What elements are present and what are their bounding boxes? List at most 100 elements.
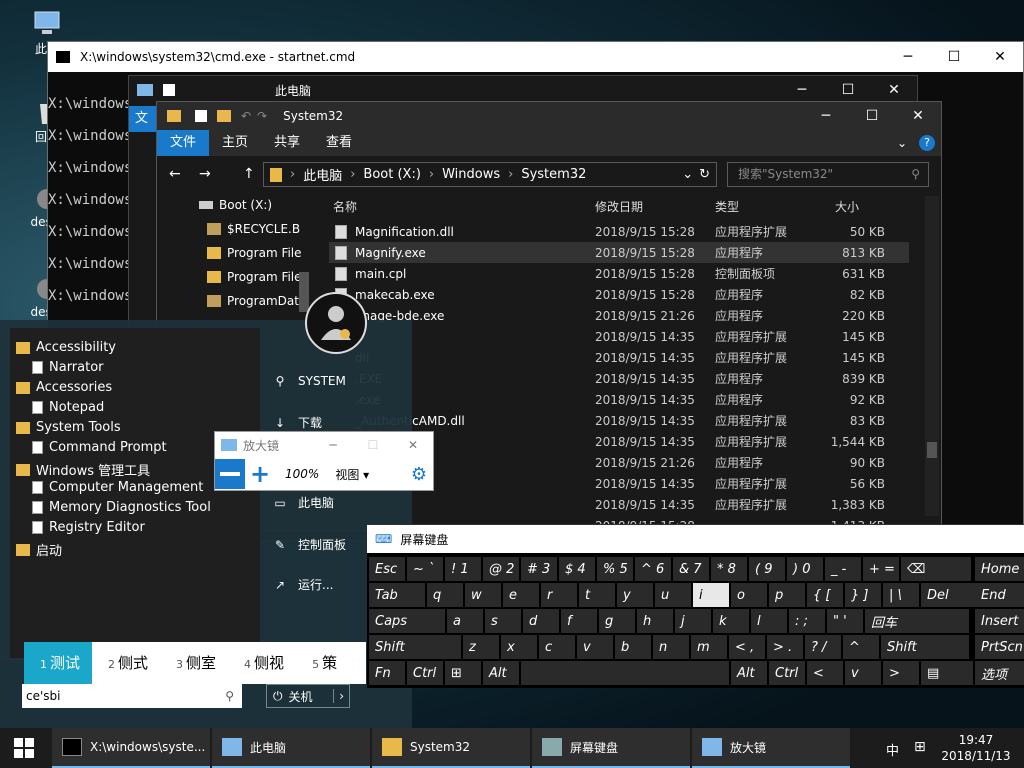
- osk-key[interactable]: ^: [843, 635, 879, 659]
- taskbar-item-system32[interactable]: System32: [372, 728, 530, 768]
- start-search-input[interactable]: ce'sbi ⚲: [22, 684, 242, 708]
- col-header-name[interactable]: 名称: [333, 198, 357, 215]
- grid-icon[interactable]: ⊞: [914, 739, 926, 755]
- chevron-right-icon[interactable]: ›: [333, 689, 349, 703]
- osk-key[interactable]: 选项: [975, 661, 1024, 685]
- start-app-item[interactable]: Notepad: [32, 400, 104, 415]
- osk-key[interactable]: > .: [767, 635, 803, 659]
- file-row[interactable]: 2018/9/15 14:35 应用程序扩展 1,383 KB: [329, 494, 909, 515]
- osk-key[interactable]: * 8: [711, 557, 747, 581]
- close-button[interactable]: ✕: [393, 438, 433, 452]
- osk-key[interactable]: Ctrl: [407, 661, 443, 685]
- help-icon[interactable]: ?: [919, 135, 935, 151]
- osk-key[interactable]: x: [501, 635, 537, 659]
- chevron-down-icon[interactable]: ⌄: [897, 136, 907, 150]
- osk-key[interactable]: b: [615, 635, 651, 659]
- back-button[interactable]: ←: [169, 166, 181, 182]
- minimize-button[interactable]: ─: [313, 438, 353, 452]
- zoom-out-button[interactable]: [215, 459, 245, 489]
- osk-key[interactable]: Fn: [369, 661, 405, 685]
- osk-key[interactable]: w: [465, 583, 501, 607]
- explorer-titlebar[interactable]: 此电脑 ─ ☐ ✕: [129, 76, 917, 104]
- ime-candidate[interactable]: 1 测试: [24, 642, 93, 684]
- osk-key[interactable]: End: [975, 583, 1024, 607]
- file-row[interactable]: dll2018/9/15 14:35应用程序扩展145 KB: [329, 347, 909, 368]
- osk-key[interactable]: ^ 6: [635, 557, 671, 581]
- osk-key[interactable]: o: [731, 583, 767, 607]
- minimize-button[interactable]: ─: [885, 42, 931, 72]
- up-button[interactable]: ↑: [243, 166, 255, 182]
- osk-key[interactable]: 回车: [865, 609, 969, 633]
- shutdown-button[interactable]: ⏻ 关机 ›: [266, 684, 350, 708]
- osk-titlebar[interactable]: ⌨ 屏幕键盘: [367, 525, 1024, 553]
- file-row[interactable]: .exe2018/9/15 14:35应用程序92 KB: [329, 389, 909, 410]
- osk-key[interactable]: Ctrl: [769, 661, 805, 685]
- ime-candidate[interactable]: 5策: [296, 642, 349, 684]
- settings-icon[interactable]: ⚙: [411, 464, 427, 485]
- osk-key[interactable]: v: [845, 661, 881, 685]
- osk-key[interactable]: Home: [975, 557, 1024, 581]
- magnifier-titlebar[interactable]: 放大镜 ─ ☐ ✕: [215, 432, 433, 458]
- breadcrumb-item[interactable]: Windows: [442, 167, 500, 182]
- osk-key[interactable]: h: [637, 609, 673, 633]
- osk-key[interactable]: d: [523, 609, 559, 633]
- start-app-item[interactable]: System Tools: [16, 420, 121, 435]
- osk-key[interactable]: q: [427, 583, 463, 607]
- magnifier-window[interactable]: 放大镜 ─ ☐ ✕ + 100% 视图 ▾ ⚙: [214, 431, 434, 491]
- address-bar[interactable]: › 此电脑 › Boot (X:) › Windows › System32 ⌄…: [263, 162, 717, 187]
- start-app-item[interactable]: Narrator: [32, 360, 104, 375]
- nav-item-boot[interactable]: Boot (X:): [199, 198, 272, 212]
- on-screen-keyboard[interactable]: ⌨ 屏幕键盘 Esc ~ ` ! 1 @ 2 # 3 $ 4 % 5 ^ 6 & 7 * 8 ( 9…: [367, 524, 1024, 688]
- nav-item-folder[interactable]: $RECYCLE.B: [207, 222, 300, 236]
- breadcrumb-item[interactable]: System32: [521, 167, 586, 182]
- osk-key[interactable]: r: [541, 583, 577, 607]
- osk-key[interactable]: # 3: [521, 557, 557, 581]
- ime-candidate[interactable]: 2 侧式: [92, 642, 160, 684]
- osk-key[interactable]: s: [485, 609, 521, 633]
- osk-key[interactable]: l: [751, 609, 787, 633]
- start-app-item[interactable]: 启动: [16, 540, 62, 559]
- cmd-titlebar[interactable]: X:\windows\system32\cmd.exe - startnet.c…: [48, 42, 1023, 72]
- osk-key[interactable]: t: [579, 583, 615, 607]
- start-button[interactable]: [0, 728, 48, 768]
- osk-key[interactable]: j: [675, 609, 711, 633]
- osk-key[interactable]: ? /: [805, 635, 841, 659]
- maximize-button[interactable]: ☐: [849, 101, 895, 131]
- file-row[interactable]: anage-bde.exe 2018/9/15 21:26 应用程序 220 KB: [329, 305, 909, 326]
- tab-share[interactable]: 共享: [261, 130, 313, 156]
- osk-key[interactable]: @ 2: [483, 557, 519, 581]
- osk-key[interactable]: f: [561, 609, 597, 633]
- start-item-run[interactable]: ↗ 运行...: [272, 576, 333, 593]
- file-row[interactable]: Magnify.exe 2018/9/15 15:28 应用程序 813 KB: [329, 242, 909, 263]
- start-app-item[interactable]: Registry Editor: [32, 520, 145, 535]
- osk-key[interactable]: v: [577, 635, 613, 659]
- osk-key[interactable]: y: [617, 583, 653, 607]
- osk-key[interactable]: >: [883, 661, 919, 685]
- zoom-in-button[interactable]: +: [245, 459, 275, 489]
- refresh-icon[interactable]: ↻: [699, 167, 710, 182]
- osk-key[interactable]: a: [447, 609, 483, 633]
- osk-key[interactable]: + =: [863, 557, 899, 581]
- osk-key[interactable]: ~ `: [407, 557, 443, 581]
- osk-key[interactable]: c: [539, 635, 575, 659]
- osk-key[interactable]: ( 9: [749, 557, 785, 581]
- osk-key[interactable]: Tab: [369, 583, 425, 607]
- col-header-size[interactable]: 大小: [835, 198, 859, 215]
- taskbar-item-magnifier[interactable]: 放大镜: [692, 728, 850, 768]
- user-avatar[interactable]: [305, 292, 367, 354]
- osk-key[interactable]: ! 1: [445, 557, 481, 581]
- tab-file[interactable]: 文件: [157, 130, 210, 156]
- nav-item-folder[interactable]: Program File: [207, 270, 302, 284]
- breadcrumb-item[interactable]: Boot (X:): [363, 167, 420, 182]
- file-row[interactable]: .EXE2018/9/15 14:35应用程序839 KB: [329, 368, 909, 389]
- osk-key[interactable]: { [: [807, 583, 843, 607]
- osk-key[interactable]: % 5: [597, 557, 633, 581]
- osk-key[interactable]: p: [769, 583, 805, 607]
- view-dropdown[interactable]: 视图 ▾: [335, 466, 369, 483]
- osk-key[interactable]: | \: [883, 583, 919, 607]
- chevron-down-icon[interactable]: ⌄: [682, 167, 693, 182]
- osk-key[interactable]: ⌫: [901, 557, 971, 581]
- start-app-item[interactable]: Windows 管理工具: [16, 460, 150, 479]
- osk-key[interactable]: m: [691, 635, 727, 659]
- col-header-date[interactable]: 修改日期: [595, 198, 643, 215]
